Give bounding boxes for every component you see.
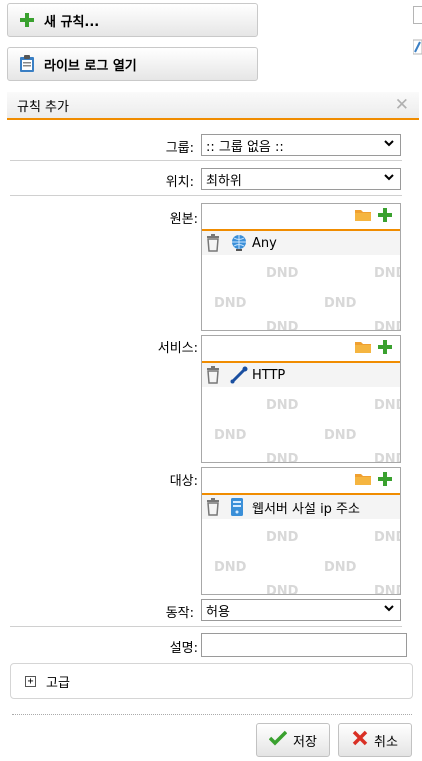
dnd-watermark: DND	[214, 428, 247, 443]
divider	[12, 714, 412, 715]
action-select[interactable]: 허용	[201, 599, 401, 621]
dnd-watermark: DND	[374, 320, 400, 331]
divider	[10, 626, 402, 627]
list-item[interactable]: Any	[202, 231, 400, 255]
checkmark-icon	[268, 730, 288, 750]
server-icon	[230, 498, 248, 516]
dnd-watermark: DND	[374, 266, 400, 281]
dnd-watermark: DND	[266, 452, 299, 463]
plus-icon[interactable]	[378, 207, 392, 226]
plus-icon[interactable]	[378, 339, 392, 358]
service-icon	[230, 366, 248, 384]
destination-list[interactable]: 웹서버 사설 ip 주소 DND DND DND DND DND DND	[201, 467, 401, 595]
partial-control-edge	[413, 6, 422, 24]
dnd-watermark: DND	[374, 584, 400, 595]
group-select-value: :: 그룹 없음 ::	[206, 139, 284, 155]
dnd-watermark: DND	[374, 530, 400, 545]
cancel-label: 취소	[374, 734, 398, 750]
live-log-label: 라이브 로그 열기	[44, 58, 137, 74]
destination-label: 대상:	[169, 474, 198, 489]
open-live-log-button[interactable]: 라이브 로그 열기	[7, 47, 258, 81]
folder-icon[interactable]	[354, 471, 372, 490]
close-icon[interactable]: ✕	[395, 95, 409, 115]
advanced-section[interactable]: + 고급	[10, 663, 413, 699]
group-label: 그룹:	[165, 141, 194, 156]
chevron-down-icon	[383, 602, 395, 617]
dnd-watermark: DND	[266, 398, 299, 413]
service-list-header	[202, 336, 400, 363]
dnd-watermark: DND	[266, 584, 299, 595]
description-label: 설명:	[169, 641, 198, 656]
partial-tool-icon	[412, 38, 422, 56]
new-rule-label: 새 규칙...	[44, 14, 100, 30]
save-button[interactable]: 저장	[256, 723, 330, 757]
trash-icon[interactable]	[206, 234, 222, 252]
plus-icon[interactable]	[378, 471, 392, 490]
dnd-watermark: DND	[214, 560, 247, 575]
trash-icon[interactable]	[206, 366, 222, 384]
network-globe-icon	[230, 234, 248, 252]
destination-item-label: 웹서버 사설 ip 주소	[252, 501, 360, 517]
trash-icon[interactable]	[206, 498, 222, 516]
dialog-title: 규칙 추가	[17, 99, 69, 115]
new-rule-button[interactable]: 새 규칙...	[7, 3, 258, 37]
expand-icon[interactable]: +	[25, 675, 36, 687]
service-label: 서비스:	[157, 341, 198, 356]
dnd-watermark: DND	[374, 452, 400, 463]
dnd-watermark: DND	[266, 320, 299, 331]
divider	[10, 195, 402, 196]
list-item[interactable]: 웹서버 사설 ip 주소	[202, 495, 400, 519]
action-label: 동작:	[165, 606, 194, 621]
service-item-label: HTTP	[252, 367, 286, 383]
divider	[10, 160, 402, 161]
description-input[interactable]	[201, 633, 407, 657]
dnd-watermark: DND	[214, 296, 247, 311]
chevron-down-icon	[383, 137, 395, 152]
list-item[interactable]: HTTP	[202, 363, 400, 387]
source-label: 원본:	[169, 212, 198, 227]
folder-icon[interactable]	[354, 207, 372, 226]
dnd-watermark: DND	[266, 266, 299, 281]
action-select-value: 허용	[206, 604, 230, 620]
plus-icon	[18, 11, 36, 29]
destination-list-header	[202, 468, 400, 495]
x-icon	[352, 730, 368, 750]
dnd-watermark: DND	[324, 428, 357, 443]
source-list[interactable]: Any DND DND DND DND DND DND	[201, 203, 401, 331]
group-select[interactable]: :: 그룹 없음 ::	[201, 134, 401, 156]
dialog-header: 규칙 추가 ✕	[7, 92, 419, 120]
cancel-button[interactable]: 취소	[338, 723, 412, 757]
dnd-watermark: DND	[374, 398, 400, 413]
service-list[interactable]: HTTP DND DND DND DND DND DND	[201, 335, 401, 463]
folder-icon[interactable]	[354, 339, 372, 358]
position-label: 위치:	[165, 175, 194, 190]
chevron-down-icon	[383, 171, 395, 186]
advanced-label: 고급	[46, 675, 70, 691]
source-list-header	[202, 204, 400, 231]
dnd-watermark: DND	[324, 296, 357, 311]
position-select-value: 최하위	[206, 173, 242, 189]
save-label: 저장	[293, 734, 317, 750]
position-select[interactable]: 최하위	[201, 168, 401, 190]
clipboard-log-icon	[18, 55, 36, 73]
dnd-watermark: DND	[266, 530, 299, 545]
dnd-watermark: DND	[324, 560, 357, 575]
source-item-label: Any	[252, 235, 277, 251]
